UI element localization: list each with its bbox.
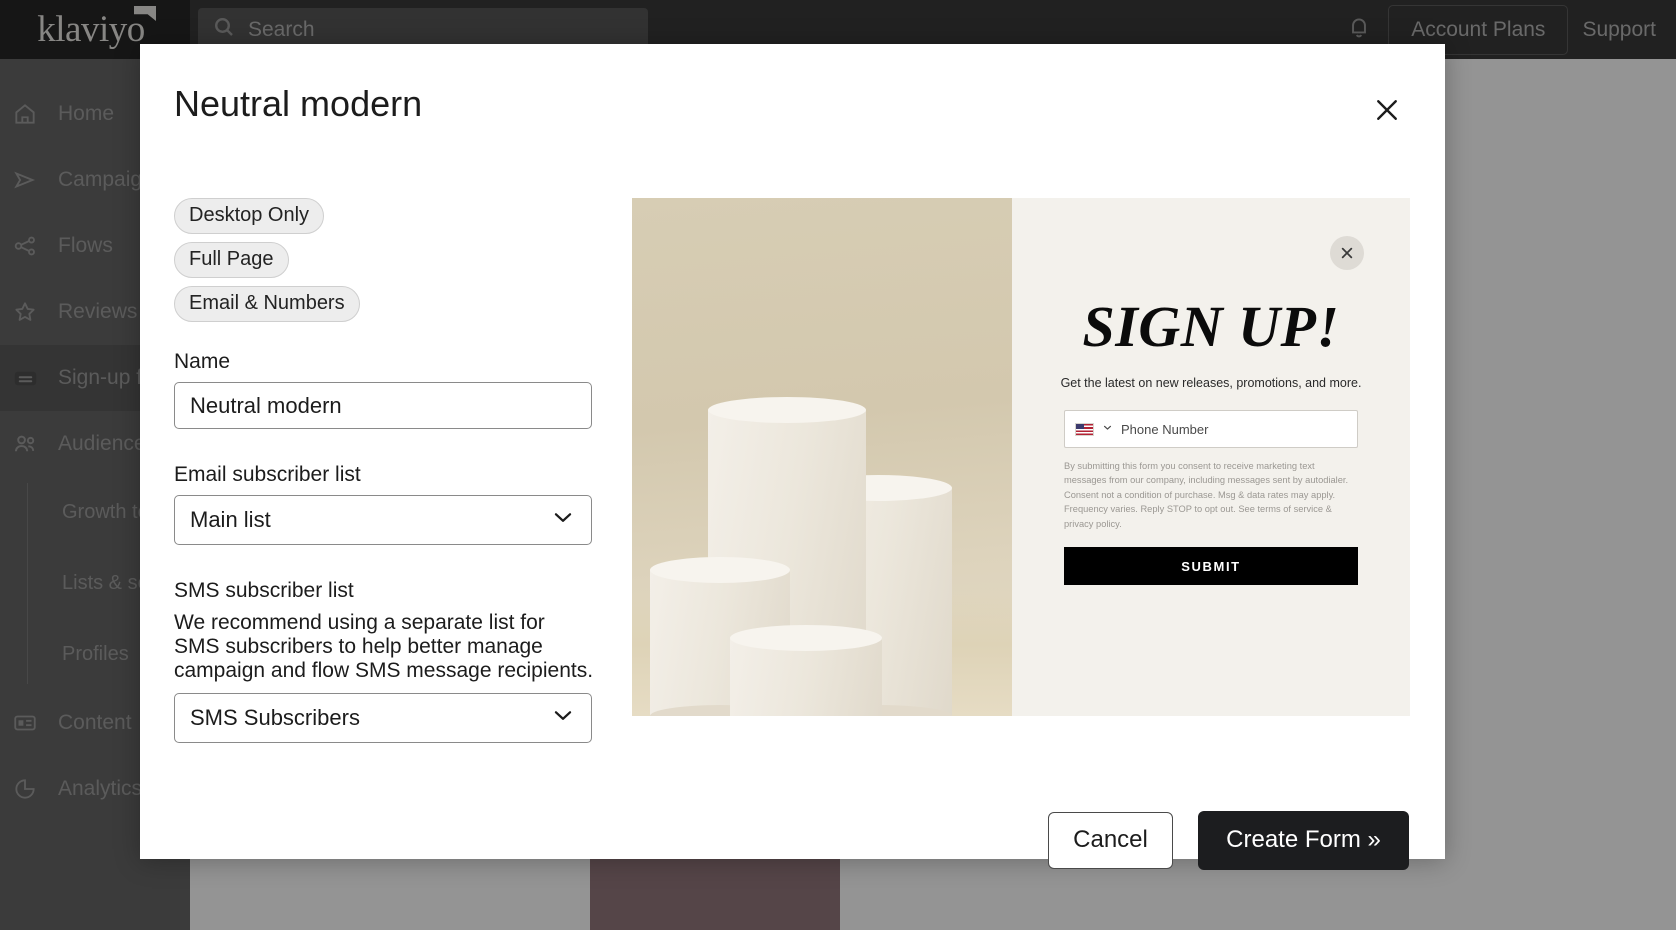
form-name-value: Neutral modern — [190, 392, 342, 418]
email-subscriber-list-select[interactable]: Main list — [174, 495, 592, 545]
sms-list-field-group: SMS subscriber list We recommend using a… — [174, 579, 594, 743]
create-form-modal: Neutral modern Desktop Only Full Page Em… — [140, 44, 1445, 870]
cancel-button[interactable]: Cancel — [1048, 811, 1173, 869]
preview-subheading: Get the latest on new releases, promotio… — [1060, 376, 1362, 390]
preview-phone-input[interactable]: Phone Number — [1064, 410, 1358, 448]
tag-chip: Full Page — [174, 242, 289, 278]
form-template-preview: SIGN UP! Get the latest on new releases,… — [632, 198, 1410, 716]
form-name-input[interactable]: Neutral modern — [174, 382, 592, 429]
template-preview-column: SIGN UP! Get the latest on new releases,… — [632, 188, 1410, 777]
preview-phone-placeholder: Phone Number — [1121, 421, 1209, 437]
modal-header: Neutral modern — [140, 44, 1445, 130]
us-flag-icon — [1075, 422, 1094, 436]
tag-chip: Email & Numbers — [174, 286, 360, 322]
chevron-down-icon — [1102, 420, 1113, 438]
preview-heading: SIGN UP! — [1082, 294, 1340, 359]
modal-title: Neutral modern — [174, 83, 423, 124]
modal-footer: Cancel Create Form » — [140, 777, 1445, 906]
email-list-value: Main list — [190, 507, 271, 532]
preview-photo — [632, 198, 1012, 716]
sms-list-value: SMS Subscribers — [190, 704, 360, 730]
podium-front — [730, 625, 882, 716]
name-label: Name — [174, 350, 231, 373]
name-field-group: Name Neutral modern — [174, 350, 594, 429]
sms-list-help-text: We recommend using a separate list for S… — [174, 611, 594, 682]
form-settings-column: Desktop Only Full Page Email & Numbers N… — [174, 188, 594, 777]
create-form-button[interactable]: Create Form » — [1198, 810, 1409, 870]
template-tag-list: Desktop Only Full Page Email & Numbers — [174, 198, 444, 322]
preview-signup-panel: SIGN UP! Get the latest on new releases,… — [1012, 198, 1410, 716]
preview-consent-text: By submitting this form you consent to r… — [1064, 461, 1349, 529]
sms-list-label: SMS subscriber list — [174, 579, 354, 602]
email-list-field-group: Email subscriber list Main list — [174, 463, 594, 545]
modal-body: Desktop Only Full Page Email & Numbers N… — [140, 158, 1445, 777]
tag-chip: Desktop Only — [174, 198, 325, 234]
sms-subscriber-list-select[interactable]: SMS Subscribers — [174, 692, 592, 743]
preview-submit-button[interactable]: SUBMIT — [1064, 547, 1358, 586]
close-icon[interactable] — [1367, 90, 1407, 130]
email-list-label: Email subscriber list — [174, 463, 361, 486]
preview-close-icon[interactable] — [1330, 236, 1364, 270]
chevron-down-icon — [550, 504, 576, 536]
chevron-down-icon — [550, 702, 576, 734]
